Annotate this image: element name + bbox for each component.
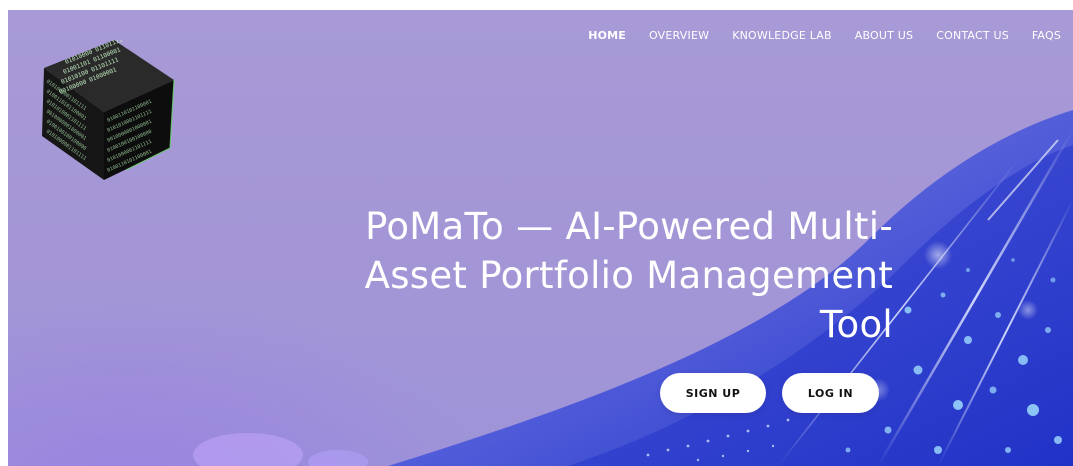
sign-up-button[interactable]: SIGN UP: [660, 373, 766, 413]
nav-item-contact-us[interactable]: CONTACT US: [936, 29, 1009, 42]
main-nav: HOME OVERVIEW KNOWLEDGE LAB ABOUT US CON…: [565, 29, 1061, 42]
hero-title-line-2: Asset Portfolio Management: [364, 254, 893, 297]
nav-item-faqs[interactable]: FAQS: [1032, 29, 1061, 42]
nav-item-about-us[interactable]: ABOUT US: [855, 29, 913, 42]
hero-title-line-3: Tool: [819, 303, 893, 346]
log-in-button[interactable]: LOG IN: [782, 373, 879, 413]
hero-title: PoMaTo — AI-Powered Multi- Asset Portfol…: [228, 202, 893, 349]
hero-section: 01010000 01101111 01001101 01100001 0101…: [8, 10, 1073, 466]
nav-item-home[interactable]: HOME: [588, 29, 626, 42]
hero-title-line-1: PoMaTo — AI-Powered Multi-: [365, 205, 893, 248]
nav-item-knowledge-lab[interactable]: KNOWLEDGE LAB: [732, 29, 832, 42]
page-frame: 01010000 01101111 01001101 01100001 0101…: [0, 0, 1073, 466]
nav-item-overview[interactable]: OVERVIEW: [649, 29, 709, 42]
binary-data-cube-icon[interactable]: 01010000 01101111 01001101 01100001 0101…: [36, 40, 186, 185]
